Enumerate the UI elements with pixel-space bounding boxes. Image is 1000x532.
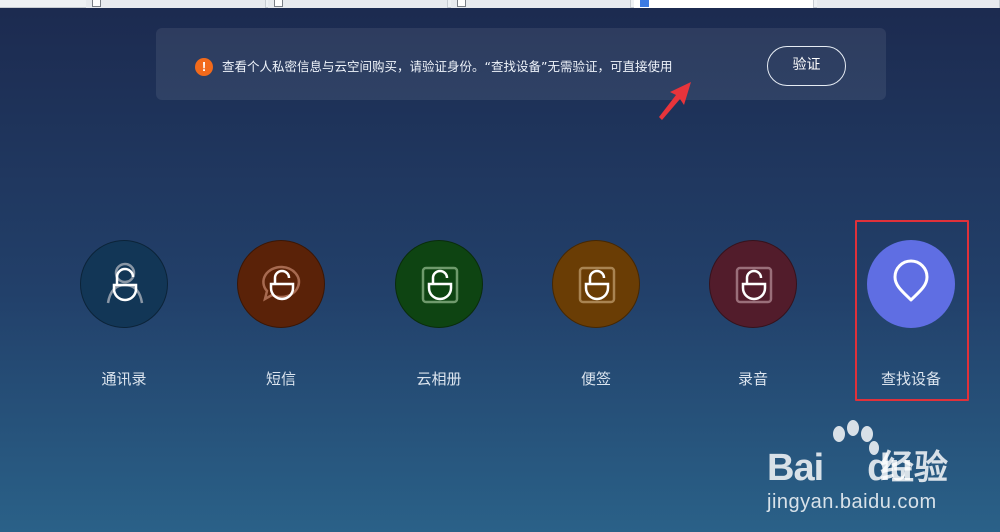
browser-tab-active[interactable] xyxy=(634,0,814,8)
notice-text: 查看个人私密信息与云空间购买，请验证身份。“查找设备”无需验证，可直接使用 xyxy=(222,59,673,74)
feature-notes[interactable]: 便签 xyxy=(552,240,640,390)
feature-recorder[interactable]: 录音 xyxy=(709,240,797,390)
browser-tab[interactable] xyxy=(451,0,631,8)
feature-label: 录音 xyxy=(737,370,768,388)
contacts-lock-icon xyxy=(106,262,144,304)
verify-button[interactable]: 验证 xyxy=(767,46,846,86)
gallery-lock-icon xyxy=(421,266,459,304)
verification-notice: ! 查看个人私密信息与云空间购买，请验证身份。“查找设备”无需验证，可直接使用 … xyxy=(156,28,886,100)
feature-gallery[interactable]: 云相册 xyxy=(395,240,483,390)
notes-lock-icon xyxy=(578,266,616,304)
notes-circle xyxy=(552,240,640,328)
document-icon xyxy=(274,0,283,7)
feature-label: 便签 xyxy=(580,370,611,388)
document-icon xyxy=(92,0,101,7)
browser-tab[interactable] xyxy=(86,0,266,8)
message-lock-icon xyxy=(262,265,301,302)
warning-icon: ! xyxy=(195,58,213,76)
feature-label: 通讯录 xyxy=(101,370,147,388)
recorder-circle xyxy=(709,240,797,328)
watermark-cn: 经验 xyxy=(880,448,948,488)
watermark: Bai du 经验 jingyan.baidu.com xyxy=(765,420,985,520)
contacts-circle xyxy=(80,240,168,328)
feature-contacts[interactable]: 通讯录 xyxy=(80,240,168,390)
feature-messages[interactable]: 短信 xyxy=(237,240,325,390)
browser-tab-strip xyxy=(0,0,1000,8)
feature-label: 短信 xyxy=(265,370,296,388)
browser-tab[interactable] xyxy=(817,0,1000,8)
gallery-circle xyxy=(395,240,483,328)
document-icon xyxy=(457,0,466,7)
highlight-box xyxy=(855,220,969,401)
recorder-lock-icon xyxy=(735,266,773,304)
feature-label: 云相册 xyxy=(416,370,462,388)
browser-tab[interactable] xyxy=(268,0,448,8)
messages-circle xyxy=(237,240,325,328)
watermark-url: jingyan.baidu.com xyxy=(767,491,937,513)
site-icon xyxy=(640,0,649,7)
annotation-arrow-icon xyxy=(659,82,691,120)
